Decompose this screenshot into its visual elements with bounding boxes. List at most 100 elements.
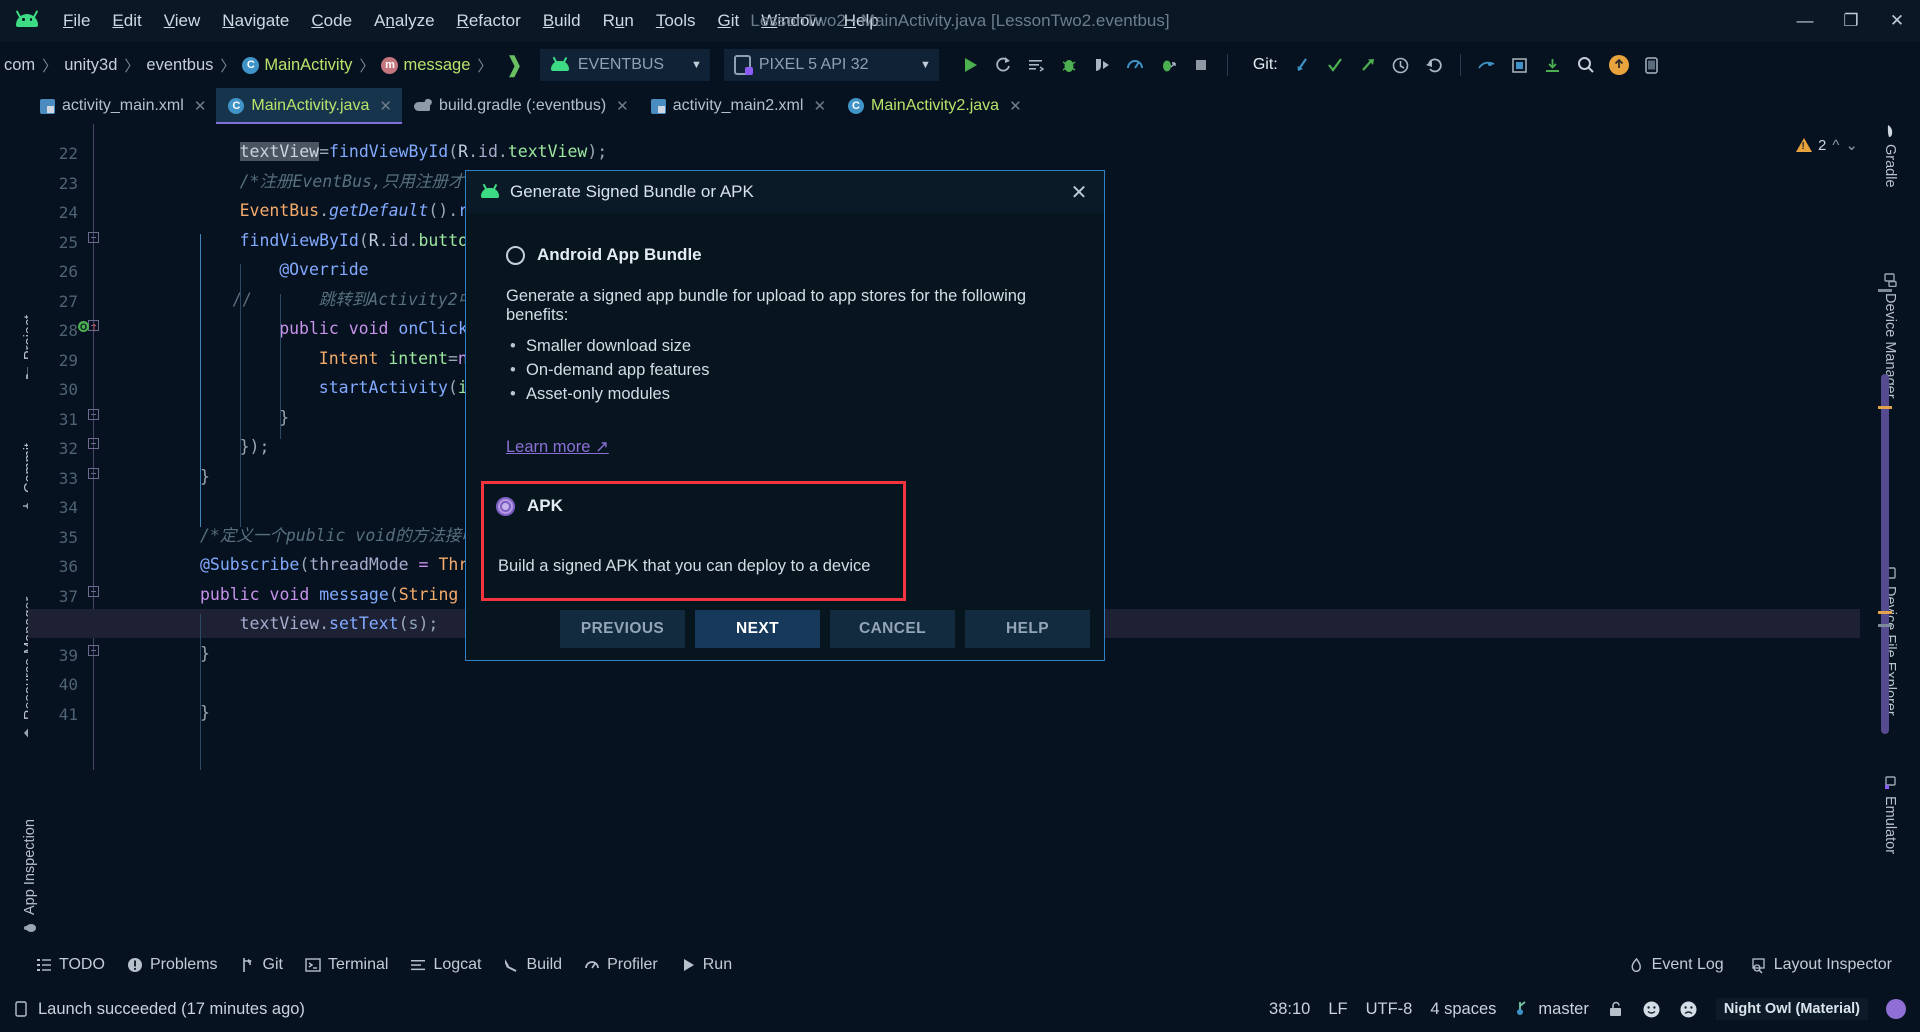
code-line: }); [240, 438, 270, 456]
profiler-icon[interactable] [1120, 50, 1150, 80]
tool-build[interactable]: Build [503, 956, 562, 974]
debug-icon[interactable] [1054, 50, 1084, 80]
generate-signed-bundle-dialog[interactable]: Generate Signed Bundle or APK ✕ Android … [465, 170, 1105, 661]
notification-icon[interactable] [1604, 50, 1634, 80]
tool-git[interactable]: Git [240, 956, 283, 974]
tab-close-icon[interactable]: ✕ [1009, 97, 1022, 115]
menu-edit[interactable]: Edit [101, 7, 152, 35]
layout-inspector-icon[interactable] [1472, 50, 1502, 80]
fold-marker[interactable] [88, 408, 102, 423]
avd-manager-icon[interactable] [1637, 50, 1667, 80]
run-configuration-selector[interactable]: EVENTBUS ▼ [539, 49, 710, 81]
theme-indicator[interactable]: Night Owl (Material) [1715, 998, 1868, 1020]
breadcrumb-item-eventbus[interactable]: eventbus [146, 56, 213, 75]
fold-marker[interactable] [88, 585, 102, 600]
maximize-button[interactable]: ❐ [1828, 0, 1874, 42]
unlocked-icon[interactable] [1607, 1001, 1624, 1018]
cancel-button[interactable]: CANCEL [830, 610, 955, 648]
debug-restart-icon[interactable] [1153, 50, 1183, 80]
rerun-icon[interactable] [988, 50, 1018, 80]
debug-attach-icon[interactable] [1087, 50, 1117, 80]
tool-todo[interactable]: TODO [36, 956, 105, 974]
menu-run[interactable]: Run [592, 7, 645, 35]
breadcrumb-item-unity3d[interactable]: unity3d [64, 56, 117, 75]
fold-marker[interactable] [88, 231, 102, 246]
download-icon[interactable] [1538, 50, 1568, 80]
menu-code[interactable]: Code [300, 7, 363, 35]
menu-git[interactable]: Git [707, 7, 751, 35]
previous-button[interactable]: PREVIOUS [560, 610, 685, 648]
scroll-marker [1878, 624, 1892, 627]
editor-scrollbar[interactable] [1878, 124, 1892, 770]
menu-refactor[interactable]: Refactor [446, 7, 532, 35]
search-icon[interactable] [1571, 50, 1601, 80]
editor-tab-mainactivity-java[interactable]: C MainActivity.java ✕ [216, 88, 402, 124]
tab-close-icon[interactable]: ✕ [379, 97, 392, 115]
inspection-warning-badge[interactable]: 2 ^ ⌄ [1796, 136, 1858, 154]
line-number: 22 [58, 144, 78, 163]
close-button[interactable]: ✕ [1874, 0, 1920, 42]
happy-face-icon[interactable] [1642, 1000, 1661, 1019]
apk-radio[interactable] [496, 496, 515, 516]
editor-tab-activity-main-xml[interactable]: activity_main.xml ✕ [28, 88, 216, 124]
apply-changes-icon[interactable] [1021, 50, 1051, 80]
fold-marker[interactable] [88, 644, 102, 659]
breadcrumb-item-message[interactable]: m message [381, 56, 470, 75]
tool-terminal[interactable]: Terminal [305, 956, 388, 974]
build-variant-icon: ❰ [505, 52, 524, 77]
tab-close-icon[interactable]: ✕ [194, 97, 207, 115]
menu-build[interactable]: Build [532, 7, 592, 35]
breadcrumb-item-mainactivity[interactable]: C MainActivity [242, 56, 352, 75]
editor-tab-build-gradle-eventbus-[interactable]: build.gradle (:eventbus) ✕ [402, 88, 639, 124]
tool-run[interactable]: Run [680, 956, 732, 974]
editor-tab-mainactivity2-java[interactable]: C MainActivity2.java ✕ [836, 88, 1032, 124]
caret-position[interactable]: 38:10 [1269, 1000, 1310, 1019]
history-icon[interactable] [1386, 50, 1416, 80]
git-branch-widget[interactable]: master [1514, 1000, 1589, 1019]
menu-window[interactable]: Window [750, 7, 832, 35]
menu-tools[interactable]: Tools [645, 7, 707, 35]
undo-icon[interactable] [1419, 50, 1449, 80]
menu-navigate[interactable]: Navigate [211, 7, 300, 35]
menu-view[interactable]: View [153, 7, 212, 35]
tab-close-icon[interactable]: ✕ [616, 97, 629, 115]
git-update-icon[interactable] [1287, 50, 1317, 80]
tool-problems[interactable]: Problems [127, 956, 218, 974]
code-token: public void [279, 319, 399, 338]
help-button[interactable]: HELP [965, 610, 1090, 648]
vcs-change-marker[interactable]: O ↑ [78, 319, 98, 334]
close-icon[interactable]: ✕ [1064, 177, 1094, 207]
scrollbar-thumb[interactable] [1881, 374, 1889, 734]
fold-marker[interactable] [88, 438, 102, 452]
menu-file[interactable]: File [52, 7, 101, 35]
menu-help[interactable]: Help [833, 7, 890, 35]
tool-logcat[interactable]: Logcat [410, 956, 481, 974]
git-commit-icon[interactable] [1320, 50, 1350, 80]
breadcrumb-item-com[interactable]: com [4, 56, 35, 75]
menu-analyze[interactable]: Analyze [363, 7, 446, 35]
git-push-icon[interactable] [1353, 50, 1383, 80]
file-encoding[interactable]: UTF-8 [1366, 1000, 1413, 1019]
sad-face-icon[interactable] [1679, 1000, 1698, 1019]
tab-close-icon[interactable]: ✕ [813, 97, 826, 115]
device-selector[interactable]: PIXEL 5 API 32 ▼ [723, 49, 939, 81]
tool-profiler[interactable]: Profiler [584, 956, 658, 974]
fold-marker[interactable] [88, 467, 102, 482]
bundle-radio-row[interactable]: Android App Bundle [506, 245, 1064, 265]
tool-event-log[interactable]: Event Log [1628, 956, 1724, 974]
chevron-down-icon[interactable]: ⌄ [1845, 136, 1858, 154]
indent-setting[interactable]: 4 spaces [1430, 1000, 1496, 1019]
next-button[interactable]: NEXT [695, 610, 820, 648]
stop-icon[interactable] [1186, 50, 1216, 80]
sdk-manager-icon[interactable] [1505, 50, 1535, 80]
line-separator[interactable]: LF [1328, 1000, 1347, 1019]
android-app-bundle-radio[interactable] [506, 245, 525, 265]
tool-layout-inspector[interactable]: Layout Inspector [1750, 956, 1892, 974]
minimize-button[interactable]: — [1782, 0, 1828, 42]
run-icon[interactable] [955, 50, 985, 80]
editor-tab-activity-main2-xml[interactable]: activity_main2.xml ✕ [639, 88, 836, 124]
chevron-up-icon[interactable]: ^ [1832, 137, 1839, 154]
apk-radio-row[interactable]: APK [496, 496, 903, 516]
line-number: 28 [58, 321, 78, 340]
learn-more-link[interactable]: Learn more ↗ [506, 437, 609, 457]
